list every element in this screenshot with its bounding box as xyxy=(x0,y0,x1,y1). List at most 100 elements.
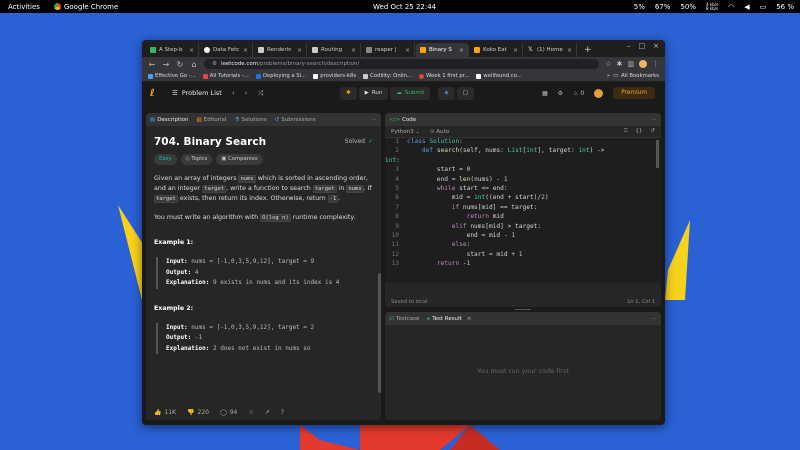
browser-tab[interactable]: Routing × xyxy=(308,43,361,57)
list-icon: ☰ xyxy=(172,89,178,97)
close-window-icon[interactable]: × xyxy=(653,42,659,50)
close-icon[interactable]: × xyxy=(467,316,472,322)
topics-chip[interactable]: ◇ Topics xyxy=(180,154,213,165)
star-icon: ☆ xyxy=(248,408,254,416)
sidepanel-icon[interactable]: ▥ xyxy=(627,60,634,68)
like-button[interactable]: 👍 11K xyxy=(154,409,176,416)
settings-icon[interactable]: ⚙ xyxy=(558,90,563,97)
reset-icon[interactable]: ↺ xyxy=(650,128,655,135)
close-icon[interactable]: × xyxy=(189,47,194,54)
bookmark-item[interactable]: wellfound.co... xyxy=(476,73,522,79)
layout-icon[interactable]: ▦ xyxy=(542,90,548,97)
auto-indicator[interactable]: ⊙ Auto xyxy=(430,129,449,135)
note-button[interactable]: ▢ xyxy=(456,86,474,100)
close-icon[interactable]: × xyxy=(405,47,410,54)
tab-label: Testcase xyxy=(395,315,420,322)
clock[interactable]: Wed Oct 25 22:44 xyxy=(373,3,436,11)
dislike-button[interactable]: 👎 220 xyxy=(187,409,209,416)
problem-title: 704. Binary Search xyxy=(154,136,267,148)
more-icon[interactable]: ⋯ xyxy=(651,316,657,322)
difficulty-chip: Easy xyxy=(154,154,177,165)
tab-solutions[interactable]: ⚗ Solutions xyxy=(234,117,266,123)
streak-counter[interactable]: ♨ 0 xyxy=(573,90,584,97)
submit-button[interactable]: ☁ Submit xyxy=(390,86,431,100)
browser-tab[interactable]: 𝕏 (1) Home × xyxy=(524,43,577,57)
bookmark-label: Deploying a Si... xyxy=(262,73,307,79)
notes-button[interactable]: ◈ xyxy=(438,86,455,100)
site-info-icon[interactable]: ⚙ xyxy=(212,61,217,67)
briefcase-icon: ▣ xyxy=(221,156,227,162)
code-line: 1 class Solution: xyxy=(395,138,463,145)
companies-chip[interactable]: ▣ Companies xyxy=(216,154,263,165)
more-icon[interactable]: ⋯ xyxy=(651,117,657,123)
user-avatar[interactable] xyxy=(594,88,604,98)
app-menu[interactable]: Google Chrome xyxy=(53,3,118,11)
system-indicators[interactable]: 5% 67% 50% 4 kb/s 8 kb/s ◠ ◀ ▭ 56 % xyxy=(634,2,794,11)
dislike-count: 220 xyxy=(197,408,209,416)
terminal-icon: ▸ xyxy=(427,315,431,322)
editor-scrollbar[interactable] xyxy=(656,140,659,168)
chip-label: Topics xyxy=(191,156,208,162)
tab-code[interactable]: </> Code xyxy=(389,117,416,123)
close-icon[interactable]: × xyxy=(459,47,464,54)
forward-icon[interactable]: → xyxy=(162,60,170,69)
profile-avatar[interactable] xyxy=(639,60,647,68)
back-icon[interactable]: ← xyxy=(148,60,156,69)
bookmark-item[interactable]: All Tutorials -... xyxy=(202,73,249,79)
reload-icon[interactable]: ↻ xyxy=(176,60,184,69)
chrome-menu-icon[interactable]: ⋮ xyxy=(652,60,659,68)
format-icon[interactable]: {} xyxy=(635,128,642,135)
maximize-icon[interactable]: □ xyxy=(639,42,646,50)
next-problem-icon[interactable]: › xyxy=(245,89,248,97)
browser-tab[interactable]: Data Fetc × xyxy=(200,43,253,57)
language-select[interactable]: Python3 ⌄ xyxy=(391,129,420,135)
extensions-icon[interactable]: ✱ xyxy=(617,60,623,68)
browser-tab[interactable]: A Step-b × xyxy=(146,43,199,57)
share-button[interactable]: ↗ xyxy=(265,409,270,416)
tab-testcase[interactable]: ☑ Testcase xyxy=(389,316,419,322)
shuffle-icon[interactable]: ⤨ xyxy=(257,89,263,98)
run-button[interactable]: ▶ Run xyxy=(358,86,389,100)
code-line: 13 return -1 xyxy=(391,260,471,268)
browser-tab[interactable]: reaper | × xyxy=(362,43,415,57)
browser-tab[interactable]: Koko Eat × xyxy=(470,43,523,57)
browser-tab-active[interactable]: Binary S × xyxy=(416,43,469,57)
close-icon[interactable]: × xyxy=(243,47,248,54)
address-bar[interactable]: ⚙ leetcode.com/problems/binary-search/de… xyxy=(204,59,600,69)
all-bookmarks-button[interactable]: » ▭ All Bookmarks xyxy=(607,73,659,79)
bookmark-item[interactable]: providers-k8s xyxy=(313,73,356,79)
chip-label: Companies xyxy=(228,156,258,162)
tab-test-result[interactable]: ▸ Test Result × xyxy=(427,316,471,322)
scrollbar[interactable] xyxy=(378,273,381,393)
close-icon[interactable]: × xyxy=(513,47,518,54)
bookmark-item[interactable]: Week 1 first pr... xyxy=(419,73,469,79)
bookmark-label: Codility: Onlin... xyxy=(370,73,413,79)
description-tabs: ▤ Description ▥ Editorial ⚗ Solutions ↺ Subm… xyxy=(146,113,381,126)
home-icon[interactable]: ⌂ xyxy=(190,60,198,69)
tab-editorial[interactable]: ▥ Editorial xyxy=(197,117,227,123)
browser-tab[interactable]: Renderin × xyxy=(254,43,307,57)
bookmark-item[interactable]: Effective Go -... xyxy=(148,73,196,79)
close-icon[interactable]: × xyxy=(351,47,356,54)
code-editor[interactable]: 1 class Solution: 2 def search(self, nums… xyxy=(385,138,661,283)
tab-submissions[interactable]: ↺ Submissions xyxy=(275,117,316,123)
more-icon[interactable]: ⋯ xyxy=(371,117,377,123)
minimize-icon[interactable]: – xyxy=(627,42,631,50)
close-icon[interactable]: × xyxy=(567,47,572,54)
favorite-button[interactable]: ☆ xyxy=(248,409,253,416)
close-icon[interactable]: × xyxy=(297,47,302,54)
bookmark-item[interactable]: Codility: Onlin... xyxy=(363,73,412,79)
comments-button[interactable]: ◯ 94 xyxy=(220,409,237,416)
problem-list-nav[interactable]: ☰ Problem List ‹ › ⤨ xyxy=(172,89,263,98)
bookmark-icon[interactable]: ⎕ xyxy=(624,128,627,135)
bookmark-star-icon[interactable]: ☆ xyxy=(605,60,611,68)
prev-problem-icon[interactable]: ‹ xyxy=(232,89,235,97)
activities-button[interactable]: Activities xyxy=(8,3,40,11)
tab-description[interactable]: ▤ Description xyxy=(150,117,189,123)
help-button[interactable]: ? xyxy=(281,409,284,416)
new-tab-button[interactable]: + xyxy=(578,43,598,57)
debug-button[interactable]: ✱ xyxy=(340,86,357,100)
premium-button[interactable]: Premium xyxy=(613,87,655,99)
leetcode-logo-icon[interactable]: ℓ xyxy=(150,88,160,99)
bookmark-item[interactable]: Deploying a Si... xyxy=(255,73,307,79)
